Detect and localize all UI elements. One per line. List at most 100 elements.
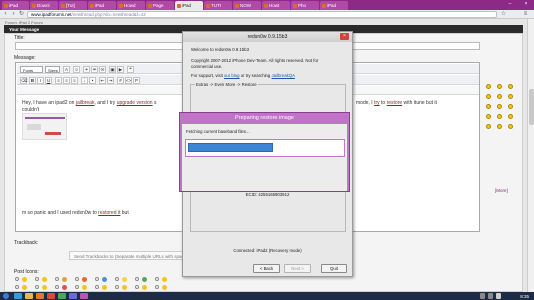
jailbreakqa-link[interactable]: JailbreakQA: [272, 73, 295, 78]
smiley-icon[interactable]: [497, 84, 502, 89]
font-select[interactable]: Fonts: [20, 65, 43, 73]
email-icon[interactable]: ✉: [99, 65, 106, 73]
chrome-icon[interactable]: [58, 293, 66, 299]
remove-format-icon[interactable]: ⌫: [20, 76, 27, 84]
smiley-icon[interactable]: [508, 84, 513, 89]
media-icon[interactable]: [36, 293, 44, 299]
post-icon-radio[interactable]: [135, 285, 139, 289]
smiley-icon[interactable]: [497, 94, 502, 99]
blog-link[interactable]: our blog: [224, 73, 240, 78]
unlink-icon[interactable]: ⚮: [91, 65, 98, 73]
page-scrollbar[interactable]: [527, 19, 534, 292]
volume-icon[interactable]: [496, 293, 501, 299]
browser-tab[interactable]: Page: [146, 1, 174, 10]
browser-tab[interactable]: Howd: [117, 1, 145, 10]
back-button[interactable]: < Back: [253, 264, 280, 273]
smiley-icon[interactable]: [508, 114, 513, 119]
reload-icon[interactable]: ↻: [18, 11, 25, 18]
browser-tab[interactable]: Pho: [291, 1, 319, 10]
text-color-icon[interactable]: A: [63, 65, 70, 73]
php-icon[interactable]: P: [133, 76, 140, 84]
size-select[interactable]: Sizes: [45, 65, 60, 73]
browser-icon[interactable]: [47, 293, 55, 299]
quit-button[interactable]: Quit: [321, 264, 347, 273]
post-icon-radio[interactable]: [115, 285, 119, 289]
menu-icon[interactable]: ≡: [522, 11, 529, 18]
post-icon-radio[interactable]: [15, 277, 19, 281]
ordered-list-icon[interactable]: ⋮: [81, 76, 88, 84]
underline-icon[interactable]: U: [45, 76, 52, 84]
post-icon-radio[interactable]: [95, 285, 99, 289]
next-button[interactable]: Next >: [284, 264, 311, 273]
post-icon-radio[interactable]: [15, 285, 19, 289]
post-icon-radio[interactable]: [75, 285, 79, 289]
explorer-icon[interactable]: [14, 293, 22, 299]
browser-tab[interactable]: iPad: [2, 1, 29, 10]
browser-tab[interactable]: Downl: [30, 1, 58, 10]
bold-icon[interactable]: B: [29, 76, 36, 84]
smiley-icon[interactable]: [508, 124, 513, 129]
tray-icon[interactable]: [480, 293, 485, 299]
image-icon[interactable]: ▣: [109, 65, 116, 73]
post-icon-radio[interactable]: [75, 277, 79, 281]
smiley-icon[interactable]: [497, 104, 502, 109]
app-icon[interactable]: [69, 293, 77, 299]
post-icon-radio[interactable]: [55, 277, 59, 281]
browser-tab[interactable]: [Tut]: [59, 1, 87, 10]
browser-tab[interactable]: NOW: [233, 1, 261, 10]
attached-screenshot-thumbnail[interactable]: [22, 113, 67, 140]
align-left-icon[interactable]: ≡: [55, 76, 62, 84]
smiley-icon[interactable]: [486, 94, 491, 99]
browser-tab[interactable]: Howt: [262, 1, 290, 10]
lightbulb-icon: [122, 277, 127, 282]
app-icon[interactable]: [80, 293, 88, 299]
smiley-icon[interactable]: [486, 84, 491, 89]
smiley-icon: [22, 277, 27, 282]
smiley-icon[interactable]: [486, 114, 491, 119]
browser-tab[interactable]: TUTI: [204, 1, 232, 10]
outdent-icon[interactable]: ⇤: [99, 76, 106, 84]
post-icon-radio[interactable]: [95, 277, 99, 281]
code-icon[interactable]: #: [117, 76, 124, 84]
video-icon[interactable]: ▶: [117, 65, 124, 73]
post-icon-radio[interactable]: [115, 277, 119, 281]
align-right-icon[interactable]: ≡: [71, 76, 78, 84]
browser-tab[interactable]: iPad: [320, 1, 348, 10]
html-icon[interactable]: <>: [125, 76, 132, 84]
scrollbar-thumb[interactable]: [529, 89, 534, 125]
close-window-icon[interactable]: ×: [522, 1, 530, 7]
indent-icon[interactable]: ⇥: [107, 76, 114, 84]
close-icon[interactable]: ×: [340, 33, 349, 40]
post-icon-radio[interactable]: [155, 277, 159, 281]
minimize-icon[interactable]: –: [506, 1, 514, 7]
smiley-icon[interactable]: [497, 114, 502, 119]
link-icon[interactable]: ⚭: [83, 65, 90, 73]
italic-icon[interactable]: I: [37, 76, 44, 84]
back-arrow-icon[interactable]: ‹: [2, 11, 9, 18]
post-icon-radio[interactable]: [135, 277, 139, 281]
smiley-icon[interactable]: [486, 104, 491, 109]
smiley-icon[interactable]: [508, 94, 513, 99]
smiley-icon[interactable]: ☺: [73, 65, 80, 73]
browser-tab-active[interactable]: iPad: [175, 1, 203, 10]
unordered-list-icon[interactable]: •: [89, 76, 96, 84]
smiley-icon[interactable]: [508, 104, 513, 109]
forward-arrow-icon[interactable]: ›: [10, 11, 17, 18]
url-input[interactable]: www.ipadforums.net/newthread.php?do=newt…: [27, 11, 497, 18]
quote-icon[interactable]: ❝: [127, 65, 134, 73]
thumbnail-block: [27, 124, 41, 130]
tray-icon[interactable]: [488, 293, 493, 299]
smiley-icon[interactable]: [486, 124, 491, 129]
smiley-icon[interactable]: [497, 124, 502, 129]
start-icon[interactable]: [3, 293, 9, 299]
folder-icon[interactable]: [25, 293, 33, 299]
star-icon[interactable]: ☆: [500, 11, 507, 18]
post-icon-radio[interactable]: [35, 277, 39, 281]
post-icon-radio[interactable]: [155, 285, 159, 289]
post-icon-radio[interactable]: [55, 285, 59, 289]
post-icon-radio[interactable]: [35, 285, 39, 289]
browser-tab[interactable]: iPad: [88, 1, 116, 10]
align-center-icon[interactable]: ≡: [63, 76, 70, 84]
smiley-icon: [102, 285, 107, 290]
more-smilies-link[interactable]: [More]: [495, 188, 508, 193]
